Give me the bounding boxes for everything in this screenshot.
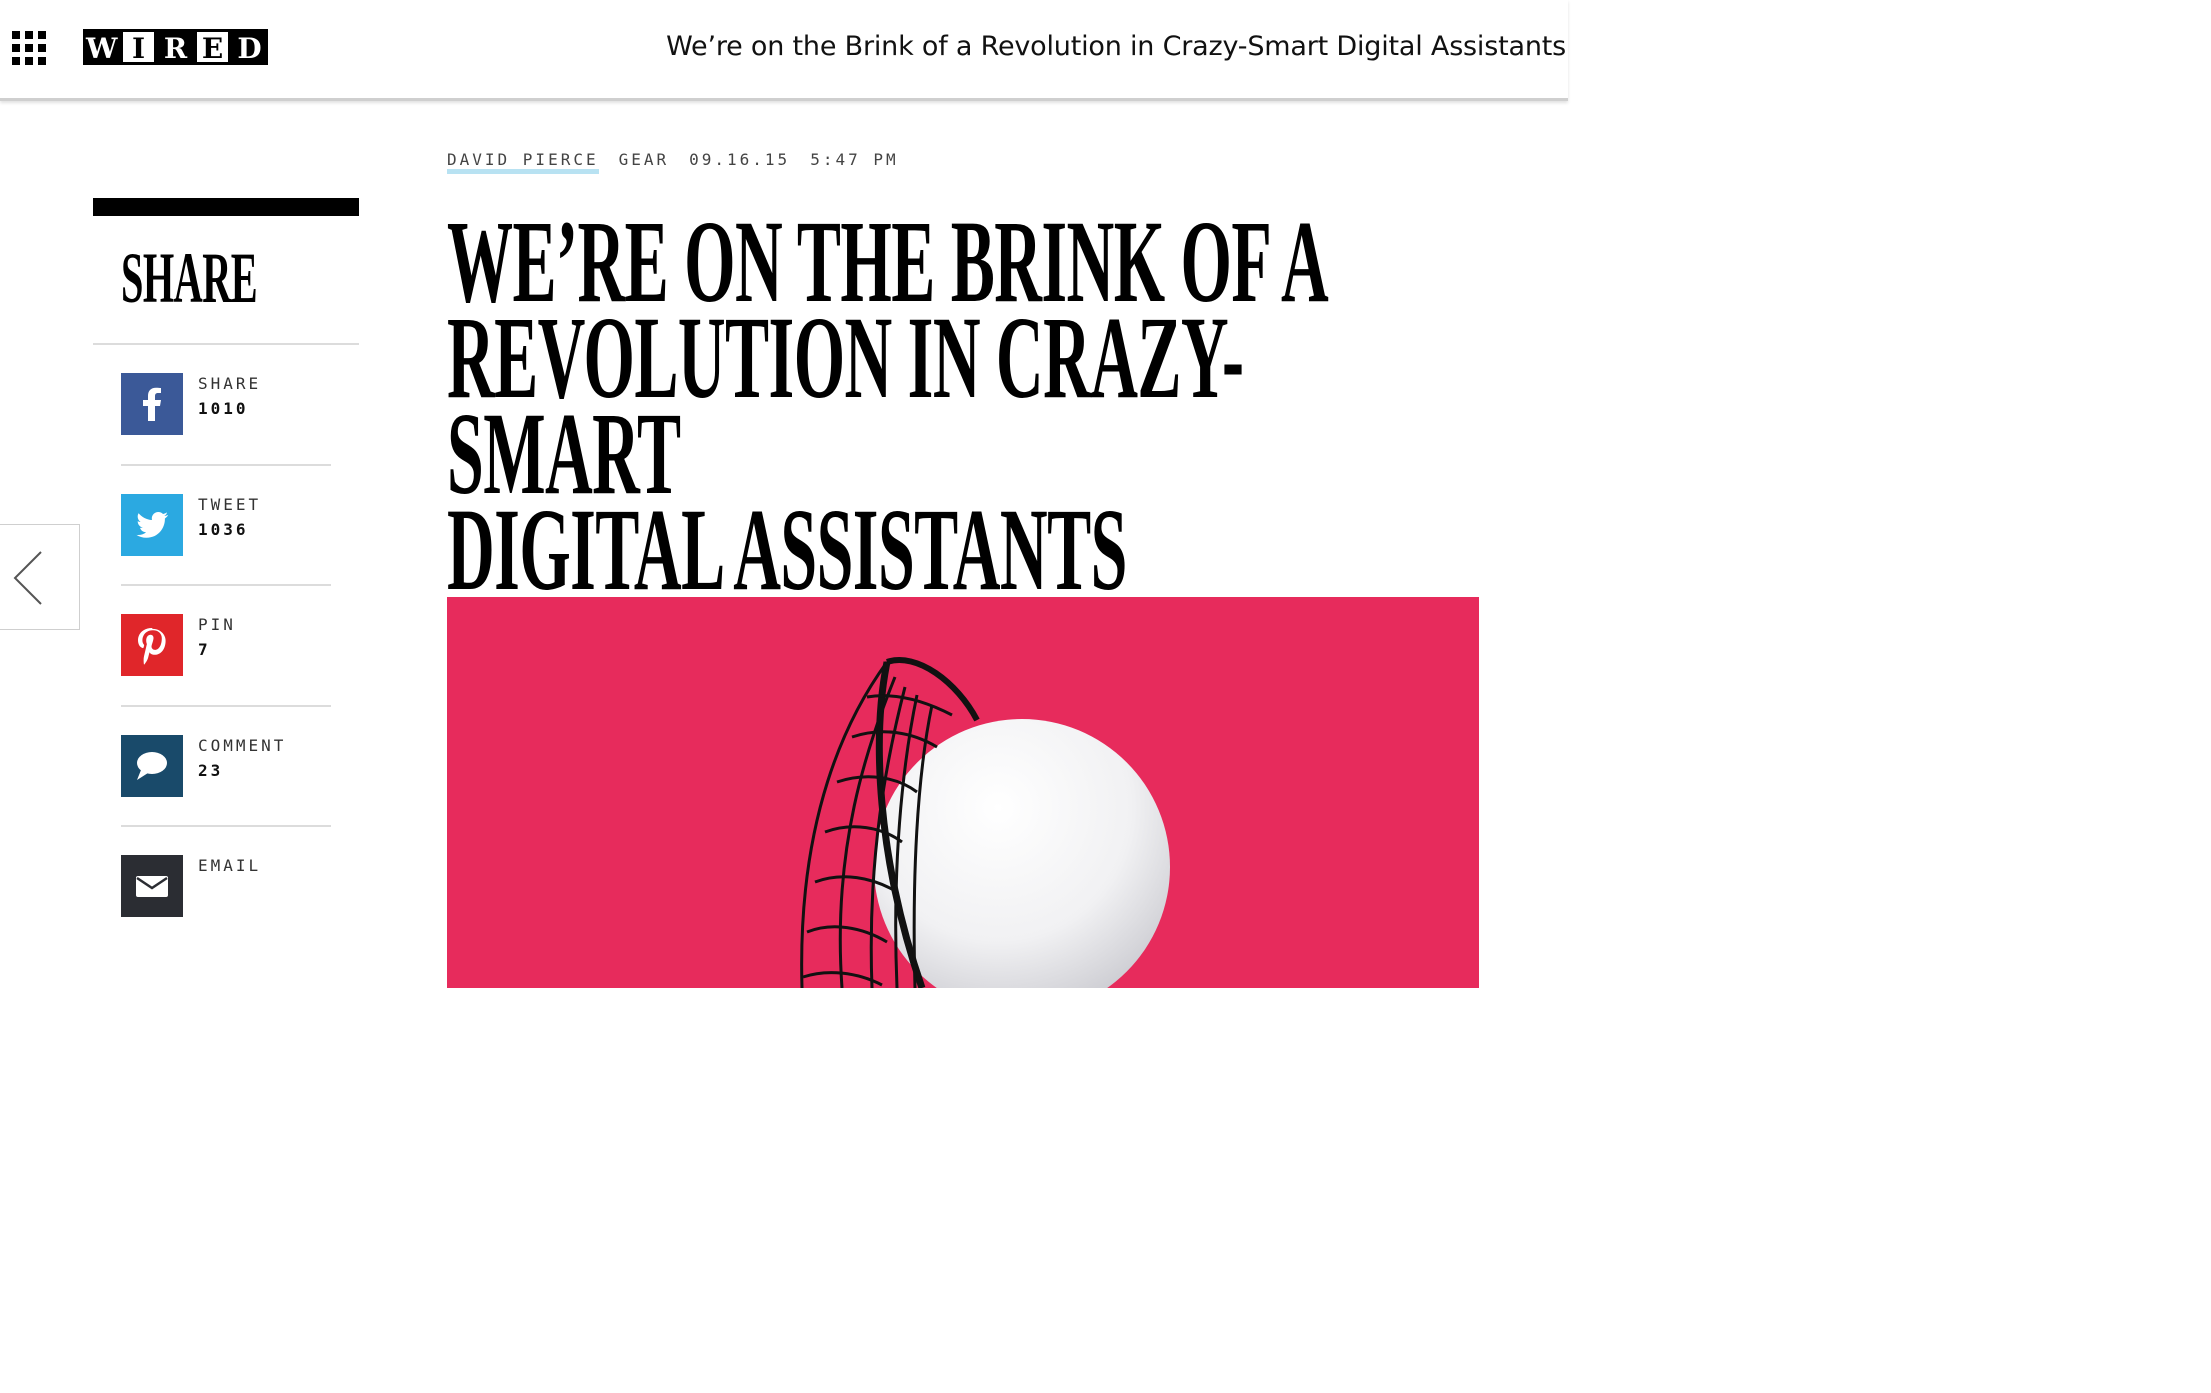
tweet-button[interactable]: TWEET 1036 — [121, 494, 331, 556]
pinterest-icon — [121, 614, 183, 676]
publish-time: 5:47 PM — [810, 150, 899, 169]
share-heading: SHARE — [121, 238, 258, 318]
author-link[interactable]: DAVID PIERCE — [447, 150, 599, 174]
comment-label: COMMENT — [198, 736, 287, 755]
share-separator — [121, 825, 331, 827]
previous-article-button[interactable] — [0, 524, 80, 630]
pin-count: 7 — [198, 640, 211, 659]
article-byline: DAVID PIERCE GEAR 09.16.15 5:47 PM — [447, 150, 899, 174]
header-article-title: We’re on the Brink of a Revolution in Cr… — [666, 31, 1566, 62]
publish-date: 09.16.15 — [689, 150, 791, 169]
logo-letter: R — [157, 29, 194, 65]
wired-logo[interactable]: W I R E D — [83, 29, 268, 65]
logo-letter: D — [231, 29, 268, 65]
category-link[interactable]: GEAR — [619, 150, 670, 174]
logo-letter: W — [83, 29, 120, 65]
comment-count: 23 — [198, 761, 224, 780]
facebook-icon — [121, 373, 183, 435]
headline-line: DIGITAL ASSISTANTS — [447, 484, 1127, 615]
facebook-share-count: 1010 — [198, 399, 249, 418]
facebook-share-button[interactable]: SHARE 1010 — [121, 373, 331, 435]
pin-label: PIN — [198, 615, 236, 634]
top-navigation-bar: W I R E D We’re on the Brink of a Revolu… — [0, 0, 1568, 101]
logo-letter: I — [120, 29, 157, 65]
comment-button[interactable]: COMMENT 23 — [121, 735, 331, 797]
envelope-icon — [121, 855, 183, 917]
pin-button[interactable]: PIN 7 — [121, 614, 331, 676]
share-separator — [121, 705, 331, 707]
share-divider — [93, 343, 359, 345]
speech-bubble-icon — [121, 735, 183, 797]
share-separator — [121, 464, 331, 466]
logo-letter: E — [194, 29, 231, 65]
tweet-label: TWEET — [198, 495, 262, 514]
email-label: EMAIL — [198, 856, 262, 875]
butterfly-net-over-ball-illustration — [800, 657, 1170, 988]
email-button[interactable]: EMAIL — [121, 855, 331, 917]
twitter-bird-icon — [121, 494, 183, 556]
facebook-share-label: SHARE — [198, 374, 262, 393]
share-separator — [121, 584, 331, 586]
tweet-count: 1036 — [198, 520, 249, 539]
chevron-left-icon — [13, 551, 42, 605]
grid-menu-icon[interactable] — [12, 31, 48, 65]
hero-illustration — [447, 597, 1479, 988]
share-top-rule — [93, 198, 359, 216]
article-headline: WE’RE ON THE BRINK OF A REVOLUTION IN CR… — [447, 203, 1421, 615]
headline-line: REVOLUTION IN CRAZY-SMART — [447, 292, 1244, 519]
